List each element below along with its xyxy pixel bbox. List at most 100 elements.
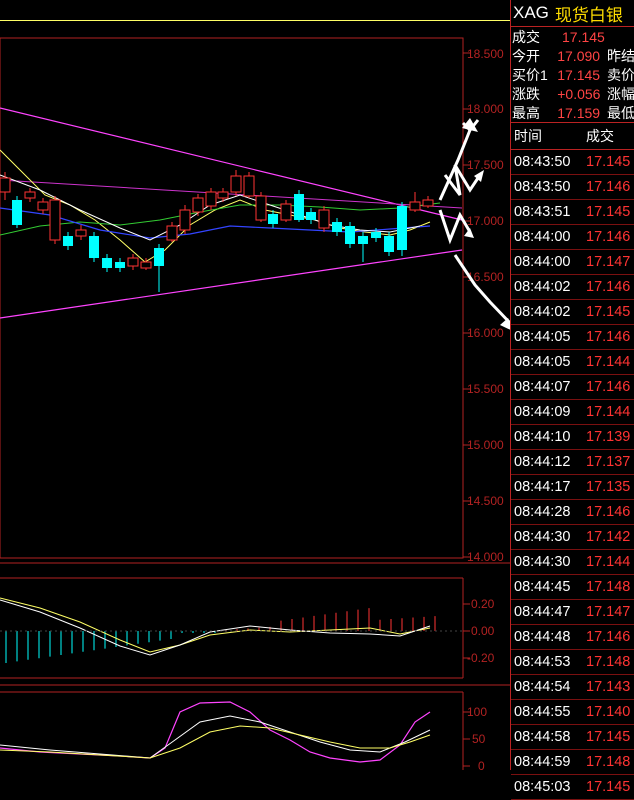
trade-price: 17.146 xyxy=(586,629,631,645)
trade-row[interactable]: 08:44:07 17.146 xyxy=(511,375,634,400)
kdj-d-line xyxy=(0,725,431,759)
trade-row[interactable]: 08:44:58 17.145 xyxy=(511,725,634,750)
trade-row[interactable]: 08:44:09 17.144 xyxy=(511,400,634,425)
trade-row[interactable]: 08:43:50 17.146 xyxy=(511,175,634,200)
trade-time: 08:44:09 xyxy=(514,404,571,420)
chart-area[interactable]: 18.500 18.000 17.500 17.000 16.500 16.00… xyxy=(0,0,579,773)
trade-row[interactable]: 08:44:10 17.139 xyxy=(511,425,634,450)
quote-label-2: 卖价 xyxy=(607,66,634,83)
trade-price: 17.147 xyxy=(586,254,631,270)
kdj-k-line xyxy=(0,715,431,759)
trade-time: 08:44:54 xyxy=(514,679,571,695)
candle xyxy=(306,208,316,224)
trade-time: 08:44:02 xyxy=(514,304,571,320)
macd-tick: 0.20 xyxy=(471,597,495,611)
candle xyxy=(243,172,255,198)
quote-value: 17.090 xyxy=(557,47,601,64)
trade-row[interactable]: 08:44:53 17.148 xyxy=(511,650,634,675)
trade-row[interactable]: 08:44:48 17.146 xyxy=(511,625,634,650)
trade-price: 17.146 xyxy=(586,229,631,245)
trade-price: 17.145 xyxy=(586,779,631,795)
macd-dif-line xyxy=(0,599,431,656)
candle xyxy=(0,172,11,200)
trade-price: 17.143 xyxy=(586,679,631,695)
quote-panel: XAG 现货白银 成交 17.145 今开 17.090 昨结 买价1 17.1… xyxy=(510,0,634,800)
ma-blue xyxy=(0,207,431,239)
quote-row: 涨跌 +0.056 涨幅 xyxy=(511,84,634,103)
trade-time: 08:43:50 xyxy=(514,179,571,195)
candle xyxy=(409,192,421,212)
trade-row[interactable]: 08:44:30 17.142 xyxy=(511,525,634,550)
price-chart[interactable]: 18.500 18.000 17.500 17.000 16.500 16.00… xyxy=(0,0,579,773)
candle xyxy=(127,254,139,270)
kdj-tick: 0 xyxy=(478,759,485,770)
trade-row[interactable]: 08:44:30 17.144 xyxy=(511,550,634,575)
quote-label-2: 昨结 xyxy=(607,47,634,64)
candle xyxy=(318,206,330,232)
trade-time: 08:44:47 xyxy=(514,604,571,620)
candle xyxy=(12,196,22,228)
candle xyxy=(102,254,112,272)
candle xyxy=(154,244,164,292)
trades-list[interactable]: 08:43:50 17.145 08:43:50 17.146 08:43:51 17.1… xyxy=(511,150,634,800)
trade-time: 08:44:59 xyxy=(514,754,571,770)
trade-row[interactable]: 08:44:54 17.143 xyxy=(511,675,634,700)
quote-label: 今开 xyxy=(512,47,540,64)
symbol-code: XAG xyxy=(513,3,549,22)
trade-time: 08:44:17 xyxy=(514,479,571,495)
trade-row[interactable]: 08:44:05 17.146 xyxy=(511,325,634,350)
trade-price: 17.145 xyxy=(586,729,631,745)
candle xyxy=(75,225,87,240)
quote-label: 成交 xyxy=(512,28,540,45)
trades-time-header: 时间 xyxy=(514,128,542,144)
trade-time: 08:44:10 xyxy=(514,429,571,445)
trade-time: 08:44:00 xyxy=(514,229,571,245)
trade-row[interactable]: 08:44:05 17.144 xyxy=(511,350,634,375)
symbol-name: 现货白银 xyxy=(554,5,623,25)
trade-price: 17.137 xyxy=(586,454,631,470)
trade-price: 17.147 xyxy=(586,604,631,620)
candle xyxy=(89,232,99,262)
trade-row[interactable]: 08:44:00 17.147 xyxy=(511,250,634,275)
trade-row[interactable]: 08:45:03 17.145 xyxy=(511,775,634,800)
trade-row[interactable]: 08:44:02 17.146 xyxy=(511,275,634,300)
quote-summary: 成交 17.145 今开 17.090 昨结 买价1 17.145 卖价 涨跌 … xyxy=(511,27,634,123)
trade-row[interactable]: 08:44:45 17.148 xyxy=(511,575,634,600)
trade-price: 17.146 xyxy=(586,279,631,295)
arrowhead-icon xyxy=(464,228,474,238)
candle xyxy=(179,205,191,234)
trade-row[interactable]: 08:44:00 17.146 xyxy=(511,225,634,250)
trade-row[interactable]: 08:44:59 17.148 xyxy=(511,750,634,775)
trade-row[interactable]: 08:44:55 17.140 xyxy=(511,700,634,725)
quote-row: 成交 17.145 xyxy=(511,27,634,46)
candle xyxy=(358,232,368,262)
kdj-tick: 50 xyxy=(472,732,486,746)
price-tick: 15.500 xyxy=(467,382,504,396)
trade-row[interactable]: 08:43:50 17.145 xyxy=(511,150,634,175)
trade-price: 17.145 xyxy=(586,154,631,170)
trade-row[interactable]: 08:44:47 17.147 xyxy=(511,600,634,625)
candle xyxy=(166,222,178,242)
quote-label-2: 涨幅 xyxy=(607,85,634,102)
price-tick: 15.000 xyxy=(467,438,504,452)
price-tick: 16.000 xyxy=(467,326,504,340)
quote-label: 最高 xyxy=(512,104,540,121)
trade-row[interactable]: 08:44:17 17.135 xyxy=(511,475,634,500)
quote-label-2: 最低 xyxy=(607,104,634,121)
trades-price-header: 成交 xyxy=(586,128,614,144)
trade-row[interactable]: 08:43:51 17.145 xyxy=(511,200,634,225)
price-tick: 17.000 xyxy=(467,214,504,228)
trade-row[interactable]: 08:44:12 17.137 xyxy=(511,450,634,475)
trade-time: 08:44:53 xyxy=(514,654,571,670)
trade-time: 08:44:05 xyxy=(514,329,571,345)
trade-time: 08:43:50 xyxy=(514,154,571,170)
candle xyxy=(397,202,407,256)
trade-row[interactable]: 08:44:28 17.146 xyxy=(511,500,634,525)
trade-row[interactable]: 08:44:02 17.145 xyxy=(511,300,634,325)
trade-time: 08:44:30 xyxy=(514,529,571,545)
trade-price: 17.144 xyxy=(586,404,631,420)
lower-trendline xyxy=(0,249,463,319)
quote-row: 买价1 17.145 卖价 xyxy=(511,65,634,84)
trade-price: 17.146 xyxy=(586,329,631,345)
trade-price: 17.146 xyxy=(586,179,631,195)
